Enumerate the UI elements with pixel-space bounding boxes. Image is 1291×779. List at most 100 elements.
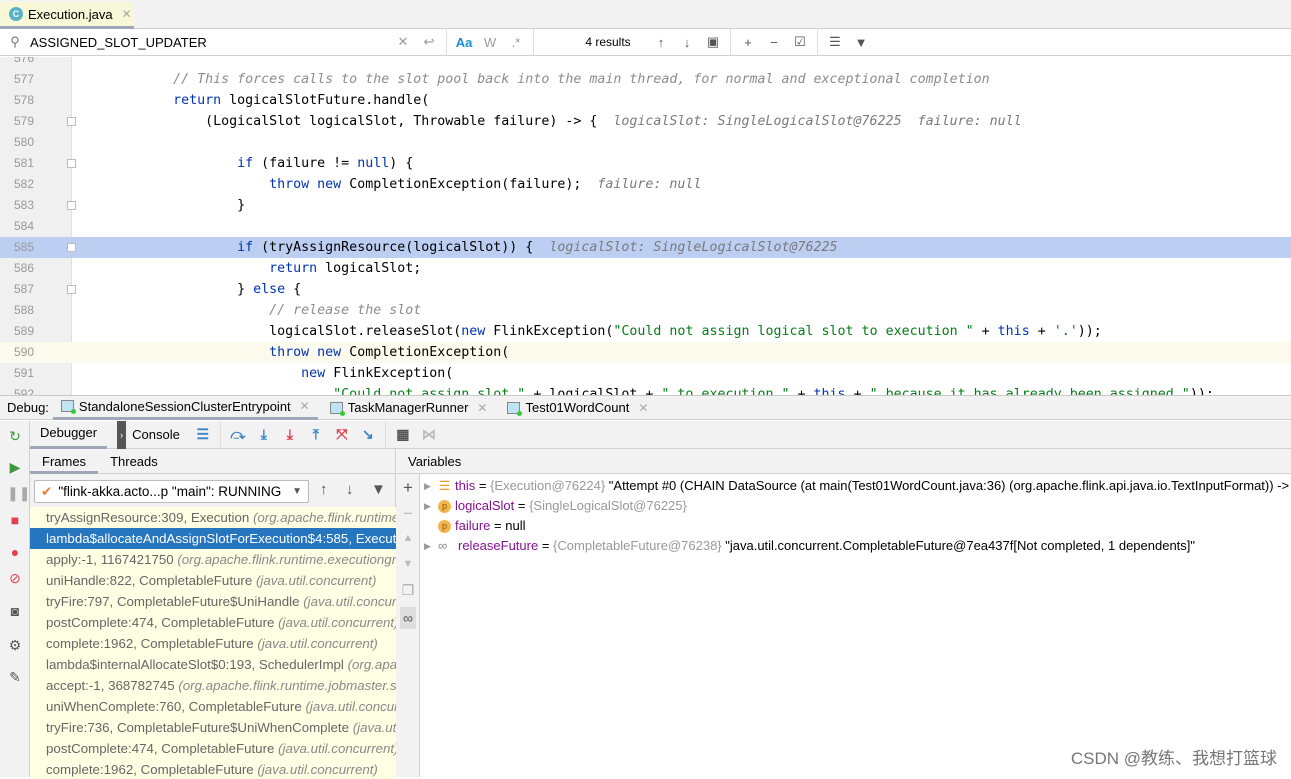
stack-frame[interactable]: postComplete:474, CompletableFuture (jav… — [30, 738, 396, 759]
code-line[interactable]: 578 return logicalSlotFuture.handle( — [0, 90, 1291, 111]
previous-frame-icon[interactable]: ↑ — [320, 481, 328, 498]
session-tab-test01wordcount[interactable]: Test01WordCount ✕ — [499, 396, 656, 420]
line-number[interactable]: 587 — [0, 279, 34, 300]
line-number[interactable]: 580 — [0, 132, 34, 153]
editor-tab-execution-java[interactable]: C Execution.java ✕ — [0, 2, 134, 29]
rerun-icon[interactable]: ↻ — [7, 428, 23, 444]
show-watches-icon[interactable]: ∞ — [400, 607, 416, 629]
expand-arrow-icon[interactable]: ▶ — [424, 536, 434, 556]
step-out-icon[interactable]: ⤒ — [303, 426, 329, 443]
code-line[interactable]: 585 if (tryAssignResource(logicalSlot)) … — [0, 237, 1291, 258]
stack-frame[interactable]: uniWhenComplete:760, CompletableFuture (… — [30, 696, 396, 717]
filter-icon[interactable]: ▼ — [848, 35, 874, 50]
stack-frame[interactable]: tryFire:736, CompletableFuture$UniWhenCo… — [30, 717, 396, 738]
close-session-icon[interactable]: ✕ — [638, 401, 648, 415]
settings-icon[interactable]: ⚙ — [7, 637, 23, 653]
fold-marker-icon[interactable] — [67, 159, 76, 168]
camera-icon[interactable]: ◙ — [7, 603, 23, 619]
line-number[interactable]: 581 — [0, 153, 34, 174]
line-number[interactable]: 584 — [0, 216, 34, 237]
remove-occurrence-icon[interactable]: − — [761, 35, 787, 50]
search-input[interactable] — [30, 34, 390, 50]
expand-arrow-icon[interactable]: ▶ — [424, 476, 434, 496]
code-line[interactable]: 583 } — [0, 195, 1291, 216]
code-line[interactable]: 576 — [0, 57, 1291, 69]
words-toggle[interactable]: W — [477, 35, 503, 50]
close-tab-icon[interactable]: ✕ — [122, 7, 132, 21]
pin-icon[interactable]: ✎ — [7, 669, 23, 685]
code-line[interactable]: 586 return logicalSlot; — [0, 258, 1291, 279]
line-number[interactable]: 583 — [0, 195, 34, 216]
select-all-icon[interactable]: ☑ — [787, 34, 813, 50]
add-occurrence-icon[interactable]: + — [735, 35, 761, 50]
stack-frame[interactable]: lambda$internalAllocateSlot$0:193, Sched… — [30, 654, 396, 675]
variable-row[interactable]: ▶ p logicalSlot = {SingleLogicalSlot@76225… — [424, 496, 687, 516]
drop-frame-icon[interactable]: ⤧ — [329, 426, 355, 443]
line-number[interactable]: 585 — [0, 237, 34, 258]
stack-frame[interactable]: apply:-1, 1167421750 (org.apache.flink.r… — [30, 549, 396, 570]
line-number[interactable]: 589 — [0, 321, 34, 342]
code-line[interactable]: 589 logicalSlot.releaseSlot(new FlinkExc… — [0, 321, 1291, 342]
line-number[interactable]: 592 — [0, 384, 34, 395]
step-into-icon[interactable]: ⤓ — [251, 426, 277, 443]
new-watch-icon[interactable]: + — [400, 478, 416, 498]
next-frame-icon[interactable]: ↓ — [346, 481, 354, 498]
code-editor[interactable]: 576 577 // This forces calls to the slot … — [0, 57, 1291, 395]
filter-frames-icon[interactable]: ▼ — [371, 481, 386, 498]
line-number[interactable]: 577 — [0, 69, 34, 90]
force-step-into-icon[interactable]: ⤓ — [277, 426, 303, 443]
tab-frames[interactable]: Frames — [30, 449, 99, 474]
session-tab-standalone[interactable]: StandaloneSessionClusterEntrypoint ✕ — [52, 396, 318, 420]
tab-console[interactable]: › Console — [107, 420, 190, 449]
tab-threads[interactable]: Threads — [98, 449, 170, 474]
frames-list[interactable]: tryAssignResource:309, Execution (org.ap… — [30, 507, 396, 779]
variable-row[interactable]: p failure = null — [424, 516, 525, 536]
stack-frame[interactable]: postComplete:474, CompletableFuture (jav… — [30, 612, 396, 633]
line-number[interactable]: 576 — [0, 57, 34, 69]
variable-row[interactable]: ▶ ☰ this = {Execution@76224} "Attempt #0 (… — [424, 476, 1289, 496]
thread-selector[interactable]: ✔ "flink-akka.acto...p "main": RUNNING ▼ — [34, 480, 309, 503]
clear-search-icon[interactable]: ✕ — [390, 34, 416, 50]
step-over-icon[interactable]: ⤼ — [225, 426, 251, 443]
session-tab-taskmanager[interactable]: TaskManagerRunner ✕ — [322, 396, 496, 420]
next-occurrence-icon[interactable]: ↓ — [674, 35, 700, 50]
pause-icon[interactable]: ❚❚ — [7, 485, 30, 501]
code-line[interactable]: 591 new FlinkException( — [0, 363, 1291, 384]
code-line[interactable]: 588 // release the slot — [0, 300, 1291, 321]
mute-breakpoints-icon[interactable]: ⊘ — [7, 570, 23, 586]
move-up-icon[interactable]: ▲ — [400, 532, 416, 544]
expand-arrow-icon[interactable]: ▶ — [424, 496, 434, 516]
match-case-toggle[interactable]: Aa — [451, 35, 477, 50]
fold-marker-icon[interactable] — [67, 117, 76, 126]
code-line[interactable]: 581 if (failure != null) { — [0, 153, 1291, 174]
tab-debugger[interactable]: Debugger — [30, 421, 108, 449]
move-down-icon[interactable]: ▼ — [400, 558, 416, 570]
fold-marker-icon[interactable] — [67, 243, 76, 252]
stack-frame[interactable]: complete:1962, CompletableFuture (java.u… — [30, 759, 396, 779]
code-line[interactable]: 587 } else { — [0, 279, 1291, 300]
stack-frame[interactable]: lambda$allocateAndAssignSlotForExecution… — [30, 528, 396, 549]
code-line[interactable]: 579 (LogicalSlot logicalSlot, Throwable … — [0, 111, 1291, 132]
new-line-icon[interactable]: ↩ — [416, 34, 442, 50]
close-session-icon[interactable]: ✕ — [300, 399, 310, 413]
stack-frame[interactable]: complete:1962, CompletableFuture (java.u… — [30, 633, 396, 654]
line-number[interactable]: 591 — [0, 363, 34, 384]
evaluate-expression-icon[interactable]: ▦ — [390, 426, 416, 443]
filter-settings-icon[interactable]: ☰ — [822, 34, 848, 50]
line-number[interactable]: 590 — [0, 342, 34, 363]
code-line[interactable]: 582 throw new CompletionException(failur… — [0, 174, 1291, 195]
variable-row[interactable]: ▶ ∞ releaseFuture = {CompletableFuture@762… — [424, 536, 1195, 556]
remove-watch-icon[interactable]: − — [400, 504, 416, 524]
regex-toggle[interactable]: .* — [503, 35, 529, 50]
line-number[interactable]: 582 — [0, 174, 34, 195]
copy-icon[interactable]: ❐ — [400, 582, 416, 599]
trace-stream-icon[interactable]: ⋈ — [416, 426, 442, 443]
code-line[interactable]: 590 throw new CompletionException( — [0, 342, 1291, 363]
stack-frame[interactable]: uniHandle:822, CompletableFuture (java.u… — [30, 570, 396, 591]
fold-marker-icon[interactable] — [67, 201, 76, 210]
code-line[interactable]: 580 — [0, 132, 1291, 153]
view-breakpoints-icon[interactable]: ● — [7, 544, 23, 560]
close-session-icon[interactable]: ✕ — [477, 401, 487, 415]
run-to-cursor-icon[interactable]: ↘ — [355, 426, 381, 443]
code-line[interactable]: 592 "Could not assign slot " + logicalSl… — [0, 384, 1291, 395]
